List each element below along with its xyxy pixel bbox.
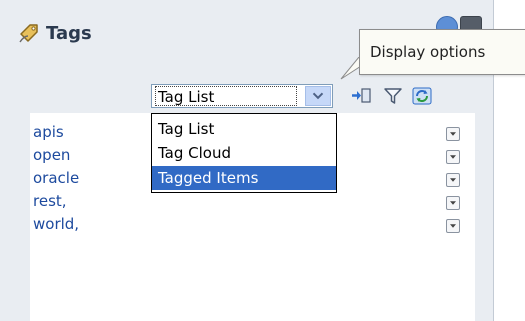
option-tagged-items[interactable]: Tagged Items bbox=[152, 166, 336, 190]
tag-link[interactable]: apis bbox=[33, 121, 79, 144]
export-icon[interactable] bbox=[350, 84, 374, 108]
chevron-down-icon[interactable] bbox=[305, 86, 331, 106]
view-select-dropdown: Tag List Tag Cloud Tagged Items bbox=[151, 113, 337, 193]
view-select-value: Tag List bbox=[155, 86, 297, 106]
tag-menu-icon[interactable] bbox=[446, 219, 460, 233]
panel-title: Tags bbox=[46, 23, 92, 44]
tag-menu-icon[interactable] bbox=[446, 196, 460, 210]
refresh-icon[interactable] bbox=[410, 84, 434, 108]
option-tag-list[interactable]: Tag List bbox=[152, 117, 336, 141]
tooltip-text: Display options bbox=[370, 43, 486, 61]
view-select[interactable]: Tag List bbox=[151, 84, 333, 108]
tag-link[interactable]: world, bbox=[33, 213, 79, 236]
display-options-tooltip: Display options bbox=[359, 29, 525, 75]
tag-menu-icon[interactable] bbox=[446, 150, 460, 164]
tag-icon bbox=[19, 24, 38, 43]
tag-menu-icon[interactable] bbox=[446, 173, 460, 187]
tag-link[interactable]: rest, bbox=[33, 190, 79, 213]
option-tag-cloud[interactable]: Tag Cloud bbox=[152, 141, 336, 165]
tag-list: apis open oracle rest, world, bbox=[33, 121, 79, 236]
tag-menu-icon[interactable] bbox=[446, 127, 460, 141]
tag-link[interactable]: open bbox=[33, 144, 79, 167]
tag-link[interactable]: oracle bbox=[33, 167, 79, 190]
filter-icon[interactable] bbox=[381, 84, 405, 108]
